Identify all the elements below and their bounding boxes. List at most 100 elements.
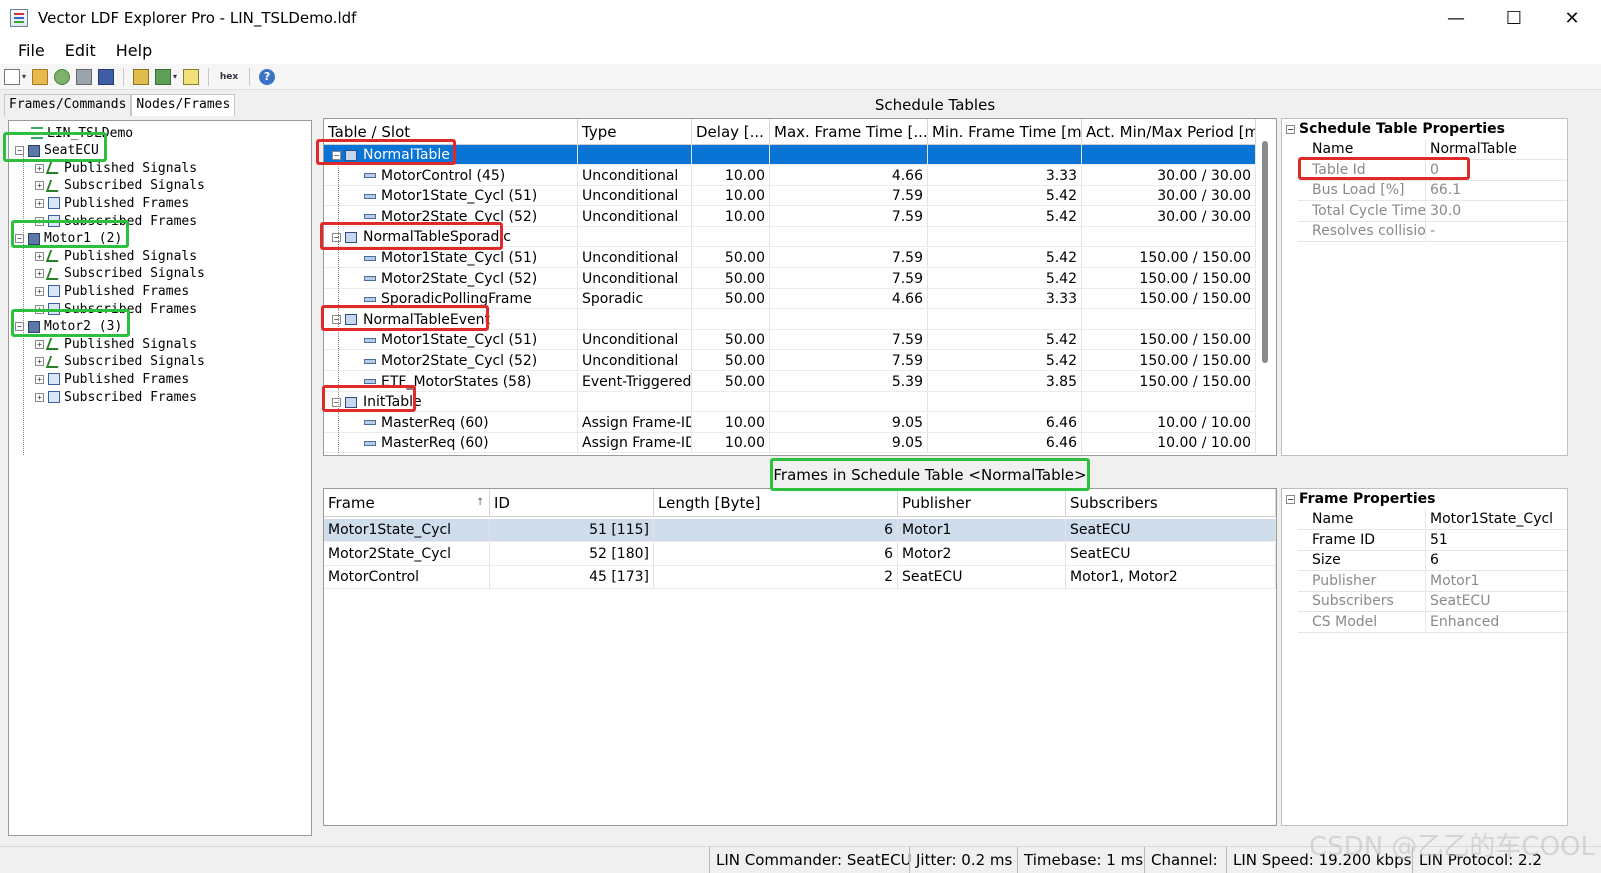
schedule-table-row[interactable]: − NormalTable bbox=[324, 145, 1256, 165]
property-row[interactable]: Publisher Motor1 bbox=[1298, 570, 1567, 592]
property-value[interactable]: 30.0 bbox=[1426, 201, 1567, 221]
tab-nodes-frames[interactable]: Nodes/Frames bbox=[131, 94, 236, 116]
column-header[interactable]: Min. Frame Time [ms] bbox=[928, 119, 1082, 145]
schedule-slot-row[interactable]: MotorControl (45) Unconditional 10.00 4.66 3… bbox=[324, 165, 1256, 186]
schedule-slot-row[interactable]: Motor1State_Cycl (51) Unconditional 50.00 7… bbox=[324, 248, 1256, 268]
menu-help[interactable]: Help bbox=[106, 41, 162, 60]
column-header[interactable]: Max. Frame Time [... bbox=[770, 119, 928, 145]
menu-edit[interactable]: Edit bbox=[55, 41, 106, 60]
expand-icon[interactable]: + bbox=[35, 392, 44, 402]
tree-node-folder[interactable]: + Published Signals bbox=[35, 247, 197, 265]
frame-row[interactable]: Motor1State_Cycl 51 [115] 6 Motor1 SeatECU bbox=[324, 519, 1276, 542]
property-row[interactable]: Total Cycle Time 30.0 bbox=[1298, 200, 1567, 222]
schedule-slot-row[interactable]: Motor2State_Cycl (52) Unconditional 50.00 7… bbox=[324, 268, 1256, 289]
property-row[interactable]: Frame ID 51 bbox=[1298, 529, 1567, 551]
column-header[interactable]: Subscribers bbox=[1066, 489, 1276, 517]
report-icon[interactable] bbox=[183, 68, 200, 85]
save-all-icon[interactable] bbox=[98, 68, 115, 85]
collapse-icon[interactable]: − bbox=[1286, 124, 1295, 134]
collapse-icon[interactable]: − bbox=[1286, 494, 1295, 504]
column-header[interactable]: Frame bbox=[324, 489, 490, 517]
tree-node-folder[interactable]: + Published Frames bbox=[35, 370, 189, 388]
new-file-icon[interactable] bbox=[4, 68, 20, 85]
column-header[interactable]: Publisher bbox=[898, 489, 1066, 517]
frames-grid[interactable]: Frame ID Length [Byte] Publisher Subscribers… bbox=[323, 488, 1277, 826]
property-value[interactable]: SeatECU bbox=[1426, 591, 1567, 611]
tree-node-folder[interactable]: + Subscribed Signals bbox=[35, 265, 205, 283]
schedule-slot-row[interactable]: MasterReq (60) Assign Frame-ID 10.00 9.05 6.… bbox=[324, 412, 1256, 433]
property-value[interactable]: Motor1 bbox=[1426, 571, 1567, 591]
column-header[interactable]: Delay [... bbox=[692, 119, 770, 145]
save-icon[interactable] bbox=[76, 68, 93, 85]
sort-ascending-icon[interactable]: ↑ bbox=[476, 489, 484, 517]
expand-icon[interactable]: + bbox=[35, 181, 44, 191]
tree-node-folder[interactable]: + Subscribed Frames bbox=[35, 388, 197, 406]
tab-frames-commands[interactable]: Frames/Commands bbox=[4, 94, 132, 116]
frame-row[interactable]: MotorControl 45 [173] 2 SeatECU Motor1, Moto… bbox=[324, 566, 1276, 589]
tree-node-folder[interactable]: + Published Signals bbox=[35, 335, 197, 353]
schedule-table-properties-header[interactable]: − Schedule Table Properties bbox=[1282, 119, 1567, 139]
tree-node-folder[interactable]: + Subscribed Signals bbox=[35, 177, 205, 195]
column-header[interactable]: Act. Min/Max Period [ms] bbox=[1082, 119, 1256, 145]
expand-icon[interactable]: + bbox=[35, 374, 44, 384]
slot-type-cell: Unconditional bbox=[578, 206, 692, 227]
schedule-slot-row[interactable]: Motor1State_Cycl (51) Unconditional 10.00 7… bbox=[324, 186, 1256, 207]
property-row[interactable]: Subscribers SeatECU bbox=[1298, 591, 1567, 613]
property-row[interactable]: Size 6 bbox=[1298, 550, 1567, 572]
tree-node-folder[interactable]: + Published Frames bbox=[35, 282, 189, 300]
expand-icon[interactable]: + bbox=[35, 163, 44, 173]
close-button[interactable]: ✕ bbox=[1543, 0, 1601, 36]
slot-min-cell: 5.42 bbox=[928, 248, 1082, 268]
signal-icon bbox=[45, 338, 63, 351]
property-row[interactable]: Bus Load [%] 66.1 bbox=[1298, 180, 1567, 202]
toolbar: ▾ ▾ hex ? bbox=[0, 64, 1601, 90]
expand-icon[interactable]: + bbox=[35, 198, 44, 208]
minimize-button[interactable]: — bbox=[1427, 0, 1485, 36]
property-value[interactable]: 6 bbox=[1426, 550, 1567, 570]
tree-label: Published Signals bbox=[64, 336, 198, 352]
hex-icon[interactable]: hex bbox=[218, 69, 240, 85]
column-header[interactable]: Length [Byte] bbox=[654, 489, 898, 517]
dropdown-caret-icon[interactable]: ▾ bbox=[173, 72, 177, 81]
property-value[interactable]: 66.1 bbox=[1426, 180, 1567, 200]
property-row[interactable]: Resolves collisions- bbox=[1298, 221, 1567, 243]
column-header[interactable]: ID bbox=[490, 489, 654, 517]
property-value[interactable]: 51 bbox=[1426, 530, 1567, 550]
schedule-table-row[interactable]: − InitTable bbox=[324, 392, 1256, 413]
menu-file[interactable]: File bbox=[8, 41, 55, 60]
expand-icon[interactable]: + bbox=[35, 286, 44, 296]
property-row[interactable]: CS Model Enhanced bbox=[1298, 612, 1567, 633]
expand-icon[interactable]: + bbox=[35, 269, 44, 279]
slot-name-cell: MasterReq (60) bbox=[324, 433, 578, 454]
export-icon[interactable] bbox=[133, 68, 150, 85]
slot-period-cell: 150.00 / 150.00 bbox=[1082, 268, 1256, 289]
property-value[interactable]: Motor1State_Cycl bbox=[1426, 509, 1567, 529]
tree-label: Published Signals bbox=[64, 160, 198, 176]
schedule-slot-row[interactable]: MasterReq (60) Assign Frame-ID 10.00 9.05 6.… bbox=[324, 433, 1256, 454]
dropdown-caret-icon[interactable]: ▾ bbox=[22, 72, 26, 81]
help-icon[interactable]: ? bbox=[259, 68, 276, 85]
schedule-tables-grid[interactable]: Table / Slot Type Delay [... Max. Frame Tim… bbox=[323, 118, 1277, 456]
frame-length-cell: 6 bbox=[654, 519, 898, 542]
frame-row[interactable]: Motor2State_Cycl 52 [180] 6 Motor2 SeatECU bbox=[324, 542, 1276, 566]
import-icon[interactable] bbox=[155, 68, 172, 85]
column-header[interactable]: Type bbox=[578, 119, 692, 145]
schedule-slot-row[interactable]: Motor1State_Cycl (51) Unconditional 50.00 7… bbox=[324, 330, 1256, 351]
expand-icon[interactable]: + bbox=[35, 251, 44, 261]
schedule-slot-row[interactable]: Motor2State_Cycl (52) Unconditional 50.00 7… bbox=[324, 351, 1256, 371]
property-value[interactable]: NormalTable bbox=[1426, 139, 1567, 159]
reload-icon[interactable] bbox=[54, 68, 71, 85]
expand-icon[interactable]: + bbox=[35, 357, 44, 367]
expand-icon[interactable]: + bbox=[35, 339, 44, 349]
frame-properties-header[interactable]: − Frame Properties bbox=[1282, 489, 1567, 509]
tree-node-folder[interactable]: + Subscribed Signals bbox=[35, 353, 205, 371]
property-row[interactable]: Name Motor1State_Cycl bbox=[1298, 509, 1567, 530]
open-folder-icon[interactable] bbox=[32, 68, 49, 85]
slot-delay-cell bbox=[692, 392, 770, 413]
vertical-scrollbar[interactable] bbox=[1262, 141, 1268, 363]
property-value[interactable]: - bbox=[1426, 221, 1567, 241]
schedule-slot-row[interactable]: ETF_MotorStates (58) Event-Triggered 50.00… bbox=[324, 371, 1256, 392]
tree-node-folder[interactable]: + Published Frames bbox=[35, 194, 189, 212]
maximize-button[interactable]: ☐ bbox=[1485, 0, 1543, 36]
property-value[interactable]: Enhanced bbox=[1426, 612, 1567, 632]
